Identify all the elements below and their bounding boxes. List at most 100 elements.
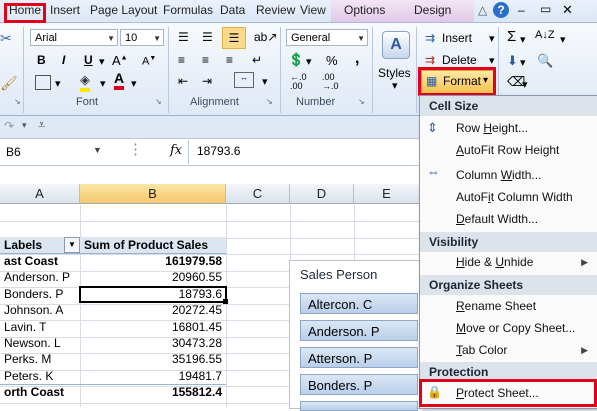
tab-formulas[interactable]: Formulas [163, 3, 213, 17]
column-header-a[interactable]: A [0, 184, 80, 204]
delete-cells-icon[interactable]: ⇉ [425, 53, 435, 67]
region-total[interactable]: 155812.4 [84, 385, 222, 399]
qat-dropdown-icon[interactable]: ▾ [22, 120, 27, 131]
bold-button[interactable]: B [37, 53, 46, 67]
sales-person-label[interactable]: Lavin. T [4, 320, 46, 334]
sales-person-label[interactable]: Newson. L [4, 336, 61, 350]
autosum-icon[interactable]: Σ [507, 28, 516, 45]
increase-decimal-icon[interactable]: ←.0.00 [290, 73, 307, 91]
sort-filter-icon[interactable]: A↓Z [535, 29, 555, 41]
accounting-format-icon[interactable]: 💲 [288, 52, 304, 68]
redo-icon[interactable]: ↷ [4, 119, 14, 133]
percent-style-button[interactable]: % [326, 53, 338, 68]
menu-item-move-copy[interactable]: Move or Copy Sheet... [456, 321, 575, 335]
sum-header[interactable]: Sum of Product Sales [84, 238, 208, 252]
help-icon[interactable]: ? [493, 2, 509, 18]
styles-dropdown-icon[interactable]: ▾ [392, 79, 398, 92]
alignment-launcher-icon[interactable]: ↘ [266, 97, 273, 106]
menu-item-hide-unhide[interactable]: Hide & Unhide [456, 255, 533, 269]
number-launcher-icon[interactable]: ↘ [358, 97, 365, 106]
menu-item-autofit-column[interactable]: AutoFit Column Width [456, 190, 573, 204]
sales-person-label[interactable]: Peters. K [4, 369, 53, 383]
wrap-text-icon[interactable]: ↵ [252, 53, 262, 67]
increase-indent-icon[interactable]: ⇥ [202, 74, 212, 88]
number-format-combo[interactable]: General ▼ [286, 29, 368, 46]
sales-value[interactable]: 20960.55 [84, 270, 222, 284]
underline-dropdown-icon[interactable]: ▾ [99, 55, 105, 68]
insert-dropdown-icon[interactable]: ▾ [489, 32, 495, 45]
slicer-item[interactable]: Anderson. P [300, 320, 418, 341]
font-name-combo[interactable]: Arial ▼ [30, 29, 118, 46]
grow-font-icon[interactable]: A▲ [112, 53, 128, 68]
menu-item-row-height[interactable]: Row Height... [456, 121, 528, 135]
minimize-ribbon-icon[interactable]: △ [478, 3, 487, 17]
autosum-dropdown-icon[interactable]: ▾ [520, 33, 526, 46]
active-cell[interactable] [79, 286, 227, 303]
name-box[interactable]: B6 [0, 142, 106, 162]
borders-icon[interactable] [35, 75, 51, 90]
fill-dropdown-icon[interactable]: ▾ [520, 56, 526, 69]
tab-options[interactable]: Options [344, 3, 385, 17]
decrease-indent-icon[interactable]: ⇤ [178, 74, 188, 88]
align-right-icon[interactable]: ≡ [226, 53, 233, 67]
decrease-decimal-icon[interactable]: .00 →.0 [322, 73, 339, 91]
italic-button[interactable]: I [62, 53, 65, 67]
tab-insert[interactable]: Insert [50, 3, 80, 17]
column-header-d[interactable]: D [290, 184, 354, 204]
styles-icon[interactable]: A [382, 31, 410, 59]
font-size-combo[interactable]: 10 ▼ [120, 29, 164, 46]
delete-dropdown-icon[interactable]: ▾ [489, 54, 495, 67]
column-header-e[interactable]: E [354, 184, 420, 204]
tab-review[interactable]: Review [256, 3, 295, 17]
delete-cells-button[interactable]: Delete [442, 53, 477, 67]
underline-button[interactable]: U [84, 53, 93, 67]
region-total[interactable]: 161979.58 [84, 254, 222, 268]
slicer-item[interactable]: Altercon. C [300, 293, 418, 314]
menu-item-autofit-row[interactable]: AutoFit Row Height [456, 143, 559, 157]
filter-dropdown-icon[interactable]: ▼ [64, 237, 80, 253]
menu-item-column-width[interactable]: Column Width... [456, 168, 541, 182]
window-minimize-icon[interactable]: – [518, 3, 525, 17]
sales-person-label[interactable]: Bonders. P [4, 287, 63, 301]
find-select-icon[interactable]: 🔍 [537, 53, 553, 69]
cut-icon[interactable]: ✂ [0, 30, 12, 47]
format-painter-icon[interactable]: 🖌 [0, 75, 18, 92]
insert-cells-icon[interactable]: ⇉ [425, 31, 435, 45]
window-close-icon[interactable]: ✕ [562, 2, 573, 18]
styles-button[interactable]: Styles [378, 66, 411, 80]
clear-dropdown-icon[interactable]: ▾ [522, 78, 528, 91]
tab-design[interactable]: Design [414, 3, 451, 17]
fill-handle[interactable] [223, 299, 228, 304]
font-color-icon[interactable]: A [114, 71, 125, 90]
orientation-icon[interactable]: ab↗ [254, 30, 277, 44]
font-color-dropdown-icon[interactable]: ▾ [131, 77, 137, 90]
menu-item-rename-sheet[interactable]: Rename Sheet [456, 299, 536, 313]
customize-qat-icon[interactable]: ⩡ [38, 117, 45, 133]
fill-icon[interactable]: ⬇ [507, 53, 518, 69]
slicer-item[interactable] [300, 401, 418, 411]
comma-style-button[interactable]: , [355, 50, 359, 68]
align-left-icon[interactable]: ≡ [178, 53, 185, 67]
region-label[interactable]: ast Coast [4, 254, 58, 268]
fill-color-dropdown-icon[interactable]: ▾ [100, 77, 106, 90]
window-restore-icon[interactable]: ▭ [540, 2, 551, 16]
sales-person-label[interactable]: Anderson. P [4, 270, 70, 284]
sales-person-label[interactable]: Johnson. A [4, 303, 63, 317]
accounting-dropdown-icon[interactable]: ▾ [306, 55, 312, 68]
sales-value[interactable]: 16801.45 [84, 320, 222, 334]
region-label[interactable]: orth Coast [4, 385, 64, 399]
fill-color-icon[interactable]: ◈ [80, 72, 90, 92]
tab-view[interactable]: View [300, 3, 326, 17]
align-top-icon[interactable]: ☰ [178, 30, 189, 44]
sales-person-label[interactable]: Perks. M [4, 352, 51, 366]
slicer-sales-person[interactable]: Sales Person Altercon. C Anderson. P Att… [289, 260, 426, 411]
row-labels-header[interactable]: Labels [4, 238, 42, 252]
name-box-dropdown-icon[interactable]: ▼ [93, 145, 102, 155]
insert-cells-button[interactable]: Insert [442, 31, 472, 45]
borders-dropdown-icon[interactable]: ▾ [55, 77, 61, 90]
shrink-font-icon[interactable]: A▼ [142, 55, 156, 68]
column-header-b[interactable]: B [80, 184, 226, 204]
sales-value[interactable]: 19481.7 [84, 369, 222, 383]
menu-item-tab-color[interactable]: Tab Color [456, 343, 507, 357]
slicer-item[interactable]: Bonders. P [300, 374, 418, 395]
